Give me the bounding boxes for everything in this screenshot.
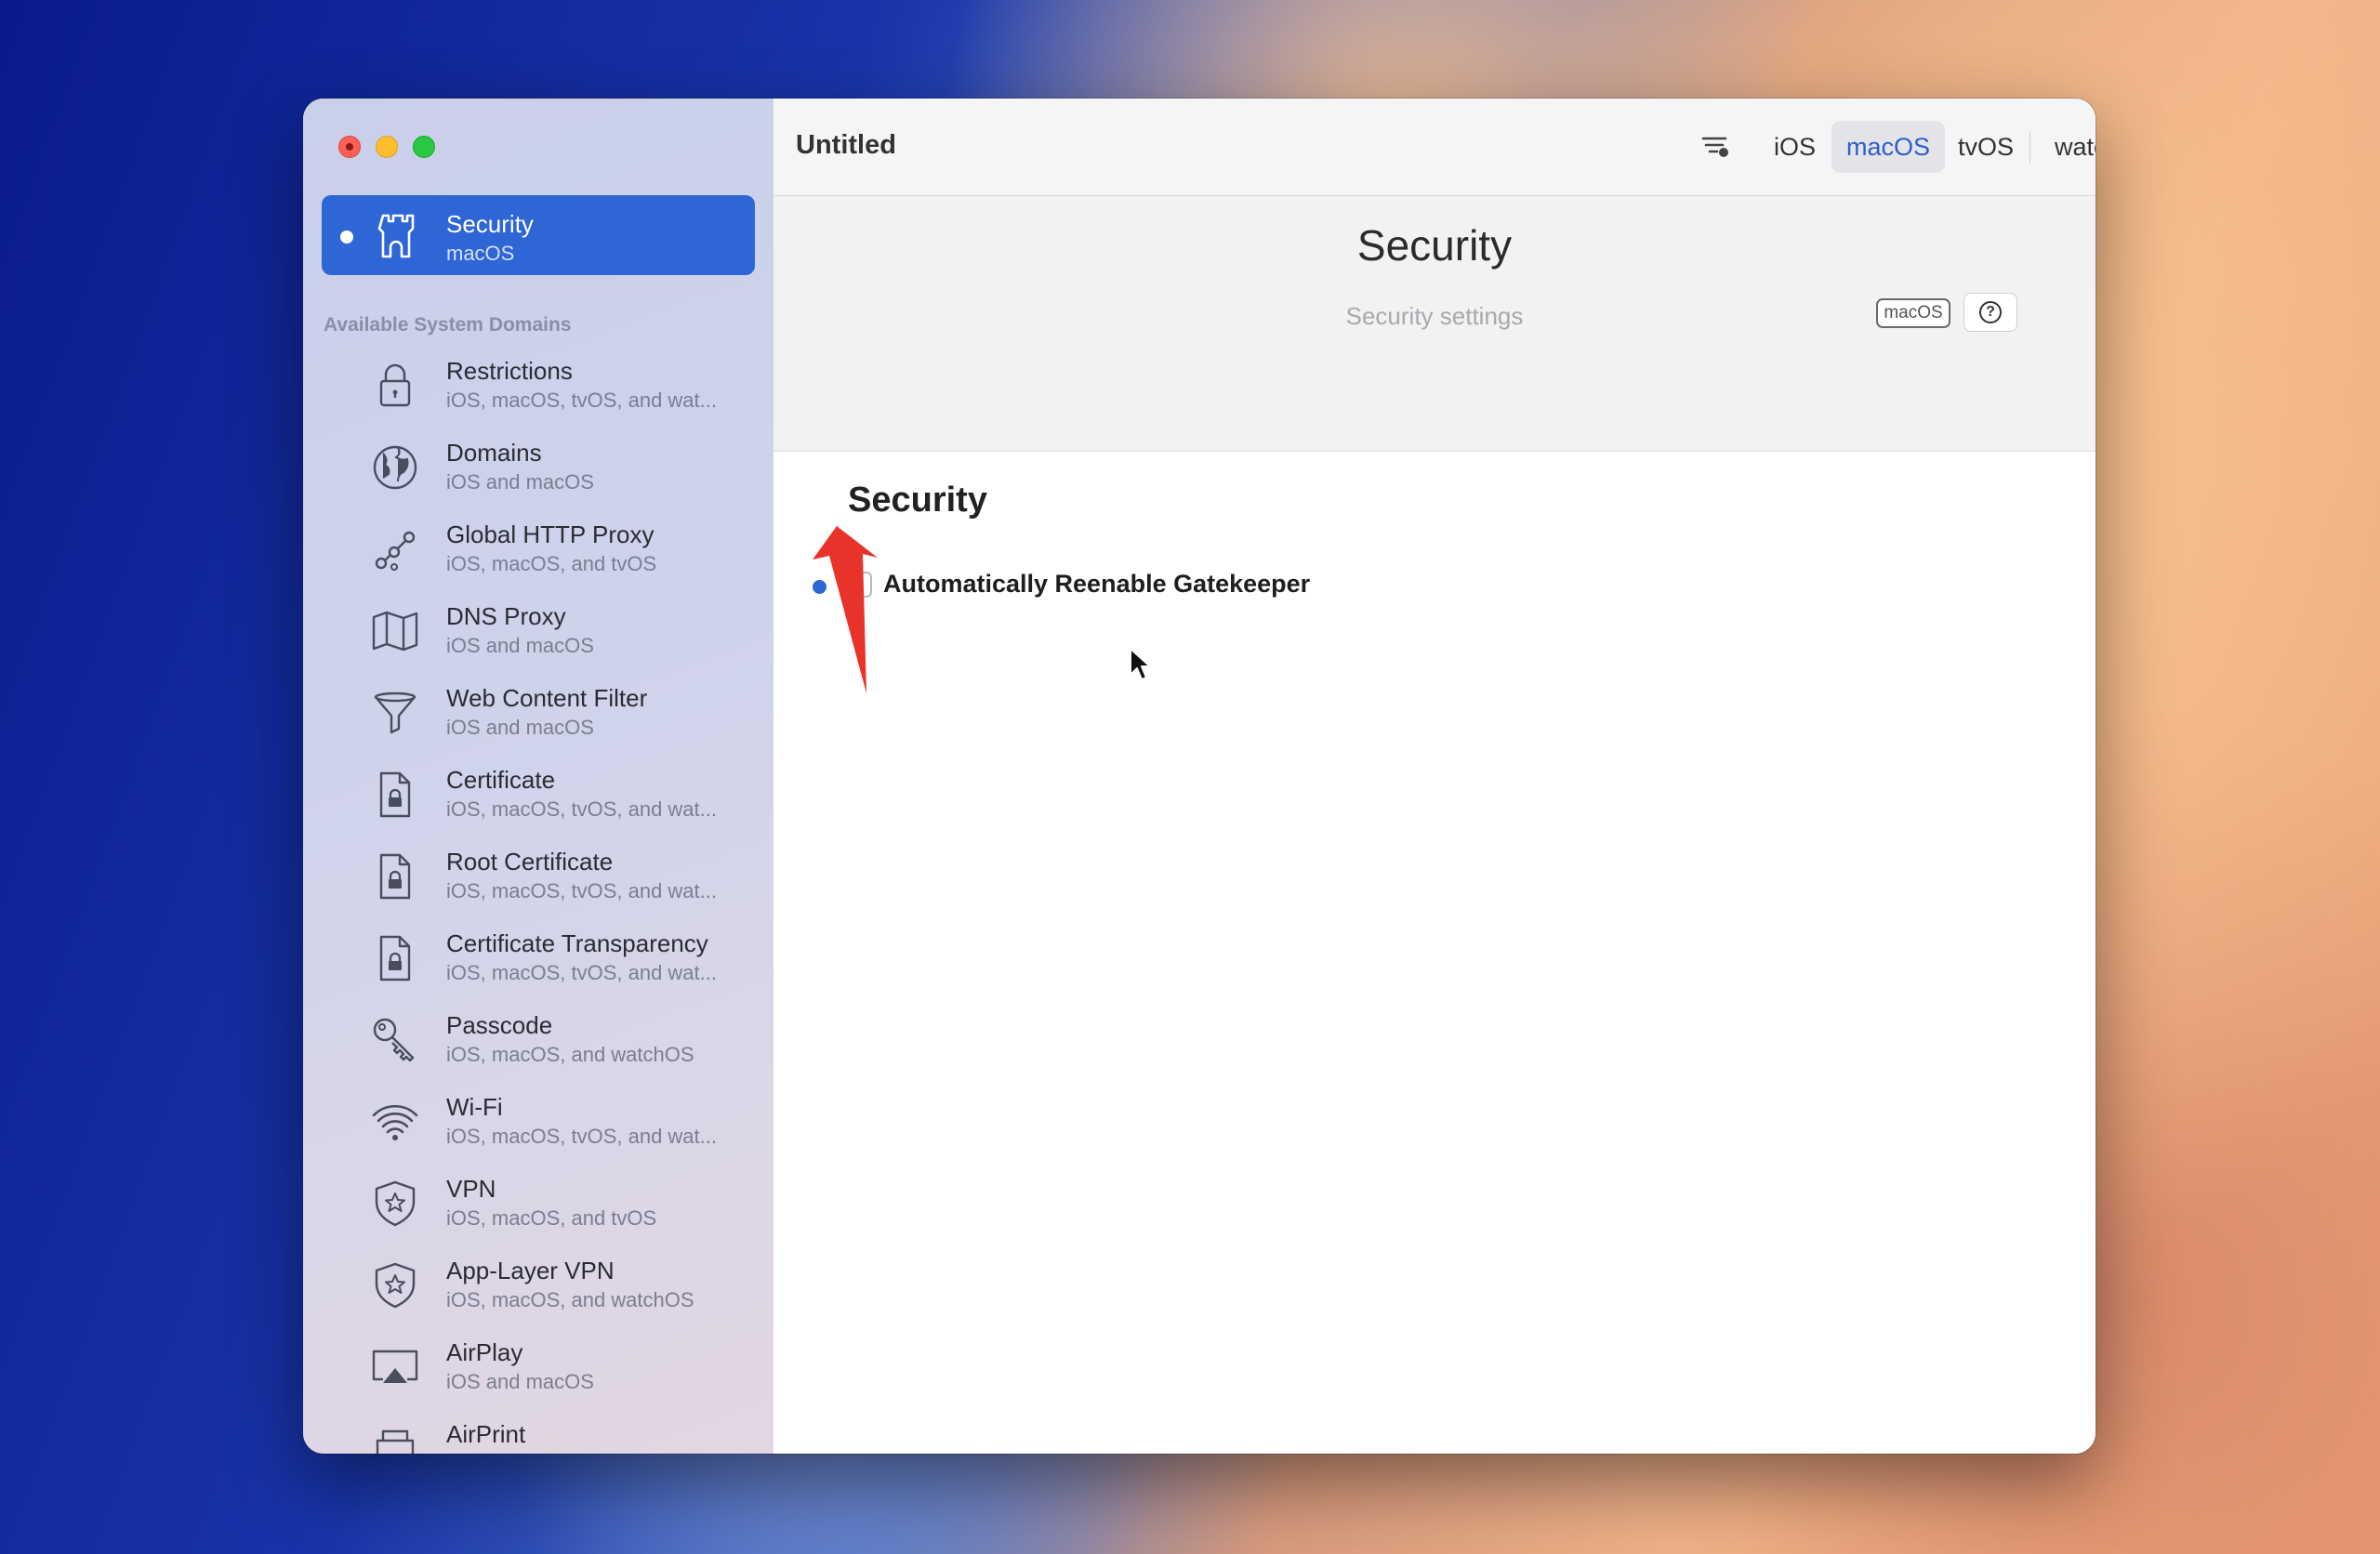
sidebar-item-subtitle: iOS and macOS (446, 634, 594, 657)
sidebar-item-airplay[interactable]: AirPlay iOS and macOS (303, 1331, 774, 1413)
window-controls (338, 136, 435, 158)
sidebar-item-title: Global HTTP Proxy (446, 520, 654, 548)
setting-row: Automatically Reenable Gatekeeper (774, 568, 2075, 607)
lock-icon (379, 363, 411, 407)
castle-tower-icon (377, 214, 415, 258)
funnel-icon (374, 691, 416, 734)
shield-star-icon (375, 1180, 416, 1227)
sidebar-item-subtitle: iOS and macOS (446, 470, 594, 494)
airplay-icon (372, 1350, 418, 1383)
sidebar-item-root-certificate[interactable]: Root Certificate iOS, macOS, tvOS, and w… (303, 840, 774, 922)
sidebar-item-subtitle: macOS (446, 242, 515, 265)
lock-document-icon (379, 771, 411, 818)
sidebar-item-subtitle: iOS, macOS, tvOS, and wat... (446, 388, 717, 412)
sidebar-item-subtitle: iOS, macOS, and watchOS (446, 1043, 694, 1066)
sidebar-item-passcode[interactable]: Passcode iOS, macOS, and watchOS (303, 1004, 774, 1086)
sidebar-item-app-layer-vpn[interactable]: App-Layer VPN iOS, macOS, and watchOS (303, 1249, 774, 1331)
sidebar-item-web-content-filter[interactable]: Web Content Filter iOS and macOS (303, 677, 774, 758)
tab-macos[interactable]: macOS (1831, 121, 1946, 173)
lock-document-icon (379, 853, 411, 900)
sidebar-item-subtitle: iOS and macOS (446, 1370, 594, 1393)
sidebar-item-subtitle: iOS, macOS, tvOS, and wat... (446, 797, 717, 821)
sidebar-item-subtitle: iOS and macOS (446, 716, 594, 739)
sidebar-item-title: Restrictions (446, 357, 573, 385)
tab-watchos[interactable]: watchOS (2040, 121, 2096, 173)
platform-badge: macOS (1876, 298, 1950, 328)
sidebar-item-title: App-Layer VPN (446, 1257, 615, 1284)
mouse-cursor-icon (1130, 648, 1151, 680)
sidebar-item-certificate[interactable]: Certificate iOS, macOS, tvOS, and wat... (303, 758, 774, 840)
sidebar-item-airprint[interactable]: AirPrint (303, 1413, 774, 1454)
filter-icon[interactable] (1698, 128, 1733, 164)
sidebar-item-wi-fi[interactable]: Wi-Fi iOS, macOS, tvOS, and wat... (303, 1086, 774, 1167)
sidebar-item-subtitle: iOS, macOS, tvOS, and wat... (446, 961, 717, 984)
sidebar-item-domains[interactable]: Domains iOS and macOS (303, 431, 774, 513)
sidebar-item-title: Certificate Transparency (446, 929, 708, 957)
sidebar-item-subtitle: iOS, macOS, tvOS, and wat... (446, 1125, 717, 1148)
selected-indicator-dot (340, 230, 353, 244)
payload-help-button[interactable]: ? (1964, 293, 2017, 332)
shield-star-icon (375, 1262, 416, 1309)
tab-tvos[interactable]: tvOS (1943, 121, 2029, 173)
domain-list: Restrictions iOS, macOS, tvOS, and wat..… (303, 349, 774, 1454)
sidebar-item-restrictions[interactable]: Restrictions iOS, macOS, tvOS, and wat..… (303, 349, 774, 431)
sidebar-item-title: AirPlay (446, 1338, 523, 1366)
sidebar-item-subtitle: iOS, macOS, and tvOS (446, 1206, 657, 1230)
minimize-window-button[interactable] (376, 136, 398, 158)
printer-icon (376, 1429, 415, 1454)
window-title: Untitled (796, 130, 896, 160)
sidebar-item-subtitle: iOS, macOS, and tvOS (446, 552, 657, 575)
lock-document-icon (379, 935, 411, 981)
app-window: Security macOS Available System Domains … (303, 99, 2096, 1454)
maximize-window-button[interactable] (413, 136, 435, 158)
sidebar-item-subtitle: iOS, macOS, and watchOS (446, 1288, 694, 1311)
tab-ios[interactable]: iOS (1759, 121, 1831, 173)
sidebar-item-title: Root Certificate (446, 848, 614, 876)
sidebar-item-title: Security (446, 210, 534, 238)
sidebar-item-security-selected[interactable]: Security macOS (322, 195, 755, 275)
wifi-icon (372, 1105, 418, 1140)
sidebar-item-certificate-transparency[interactable]: Certificate Transparency iOS, macOS, tvO… (303, 922, 774, 1004)
sidebar-item-title: Certificate (446, 766, 556, 794)
close-window-button[interactable] (338, 136, 361, 158)
annotation-arrow-icon (813, 526, 878, 693)
sidebar-section-header: Available System Domains (324, 314, 572, 336)
sidebar-item-title: AirPrint (446, 1420, 526, 1448)
network-nodes-icon (375, 531, 416, 571)
sidebar-item-dns-proxy[interactable]: DNS Proxy iOS and macOS (303, 595, 774, 677)
toolbar: Untitled iOS macOS tvOS watchOS ? (774, 99, 2096, 196)
sidebar-item-subtitle: iOS, macOS, tvOS, and wat... (446, 879, 717, 902)
payload-header: Security Security settings macOS ? (774, 196, 2096, 452)
sidebar-item-vpn[interactable]: VPN iOS, macOS, and tvOS (303, 1167, 774, 1249)
key-icon (373, 1018, 415, 1062)
setting-label: Automatically Reenable Gatekeeper (883, 570, 1311, 598)
map-icon (372, 611, 418, 652)
globe-icon (373, 445, 417, 490)
sidebar-item-title: Passcode (446, 1011, 553, 1039)
main-content: Security Security settings macOS ? Secur… (774, 196, 2096, 1454)
sidebar-item-title: VPN (446, 1175, 496, 1203)
sidebar-item-title: Web Content Filter (446, 684, 648, 712)
sidebar-item-title: DNS Proxy (446, 602, 566, 630)
sidebar-item-title: Wi-Fi (446, 1093, 503, 1121)
sidebar-item-title: Domains (446, 439, 542, 467)
section-title: Security (848, 481, 987, 520)
sidebar-item-global-http-proxy[interactable]: Global HTTP Proxy iOS, macOS, and tvOS (303, 513, 774, 595)
payload-title: Security (1356, 221, 1513, 270)
help-icon: ? (1979, 301, 2002, 323)
sidebar: Security macOS Available System Domains … (303, 99, 774, 1454)
